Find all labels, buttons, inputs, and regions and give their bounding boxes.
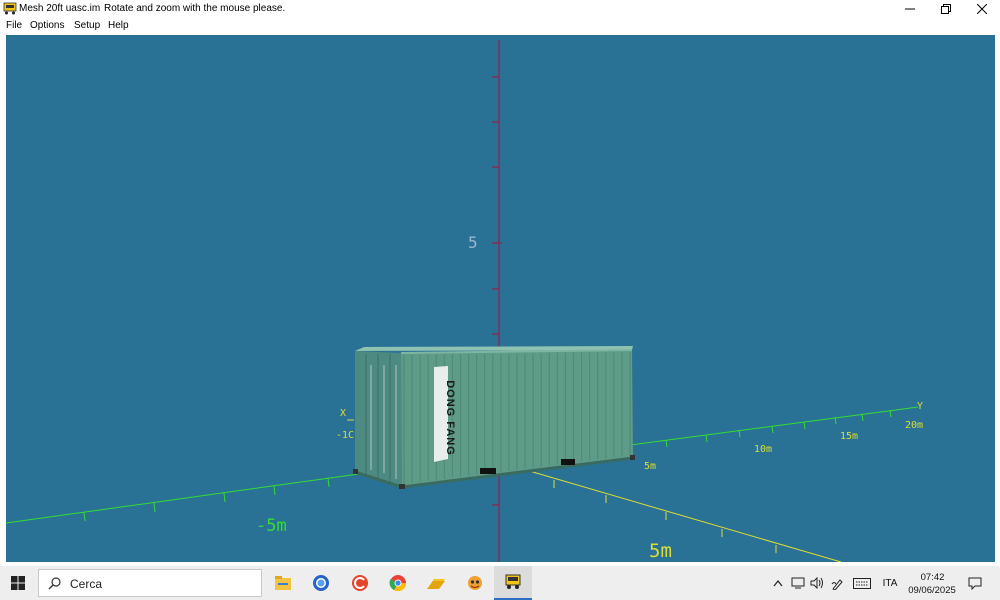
tray-keyboard[interactable] xyxy=(851,566,873,600)
restore-button[interactable] xyxy=(928,0,964,18)
tray-language[interactable]: ITA xyxy=(877,566,903,600)
clock-date[interactable]: 09/06/2025 xyxy=(903,585,961,596)
taskbar-game[interactable] xyxy=(456,566,494,600)
tray-pen[interactable] xyxy=(828,566,848,600)
game-icon xyxy=(468,576,482,590)
y-tick-label: 20m xyxy=(905,420,924,431)
taskbar-chrome[interactable] xyxy=(379,566,417,600)
y-axis-line xyxy=(629,406,919,446)
start-button[interactable] xyxy=(0,566,36,600)
notifications-button[interactable] xyxy=(962,566,988,600)
close-button[interactable] xyxy=(964,0,1000,18)
chevron-up-icon xyxy=(773,580,783,587)
x-axis-line xyxy=(525,469,842,562)
scene-canvas xyxy=(6,40,919,562)
y-tick-label: 15m xyxy=(840,431,859,442)
y-axis-neg-line xyxy=(6,472,367,524)
window-hint: Rotate and zoom with the mouse please. xyxy=(104,3,286,14)
x-tick-label: -1C xyxy=(336,430,355,441)
taskbar-firefox[interactable] xyxy=(302,566,340,600)
z-tick-label: 5 xyxy=(468,233,478,252)
taskbar: Cerca ITA 07:42 09/06/2025 xyxy=(0,566,1000,600)
windows-logo-icon xyxy=(11,576,25,590)
3d-viewport[interactable]: 5 X -1C Y 5m 10m 15m 20m -5m 5m DONG FAN… xyxy=(6,35,995,562)
taskbar-mesh-app[interactable] xyxy=(494,566,532,600)
tray-chevron[interactable] xyxy=(770,566,786,600)
search-icon xyxy=(48,577,61,590)
menu-options[interactable]: Options xyxy=(30,20,64,31)
search-box[interactable]: Cerca xyxy=(38,569,262,597)
file-explorer-icon xyxy=(275,576,291,590)
firefox-icon xyxy=(313,575,329,591)
keyboard-icon xyxy=(853,577,871,589)
search-placeholder: Cerca xyxy=(70,577,103,591)
taskbar-file-explorer[interactable] xyxy=(264,566,302,600)
x-axis-letter: X xyxy=(340,408,347,419)
shipping-container xyxy=(353,346,635,489)
folder-icon xyxy=(427,579,445,589)
clock-time[interactable]: 07:42 xyxy=(910,572,955,583)
y-tick-label: 10m xyxy=(754,444,773,455)
taskbar-folder[interactable] xyxy=(417,566,455,600)
menu-setup[interactable]: Setup xyxy=(74,20,100,31)
menu-help[interactable]: Help xyxy=(108,20,129,31)
chrome-icon xyxy=(389,575,407,592)
close-icon xyxy=(977,4,987,14)
pen-icon xyxy=(831,578,843,590)
tray-network[interactable] xyxy=(788,566,808,600)
ccleaner-icon xyxy=(352,575,368,591)
tray-volume[interactable] xyxy=(808,566,826,600)
taskbar-ccleaner[interactable] xyxy=(341,566,379,600)
notifications-icon xyxy=(968,577,982,590)
mesh-app-icon xyxy=(3,2,17,15)
minimize-button[interactable] xyxy=(892,0,928,18)
y-tick-label: 5m xyxy=(644,461,657,472)
title-bar: Mesh 20ft uasc.im Rotate and zoom with t… xyxy=(0,0,1000,18)
volume-icon xyxy=(810,577,823,589)
restore-icon xyxy=(941,4,951,14)
near-tick-label: 5m xyxy=(649,540,672,562)
network-icon xyxy=(791,577,805,589)
container-brand-text: DONG FANG xyxy=(444,380,456,456)
y-axis-neg-ticks xyxy=(83,477,330,522)
neg-tick-label: -5m xyxy=(256,516,287,536)
minimize-icon xyxy=(905,8,915,10)
menu-bar: File Options Setup Help xyxy=(0,18,1000,35)
y-axis-letter: Y xyxy=(917,401,924,412)
mesh-app-icon xyxy=(505,574,521,589)
menu-file[interactable]: File xyxy=(6,20,22,31)
window-title: Mesh 20ft uasc.im xyxy=(19,3,101,14)
